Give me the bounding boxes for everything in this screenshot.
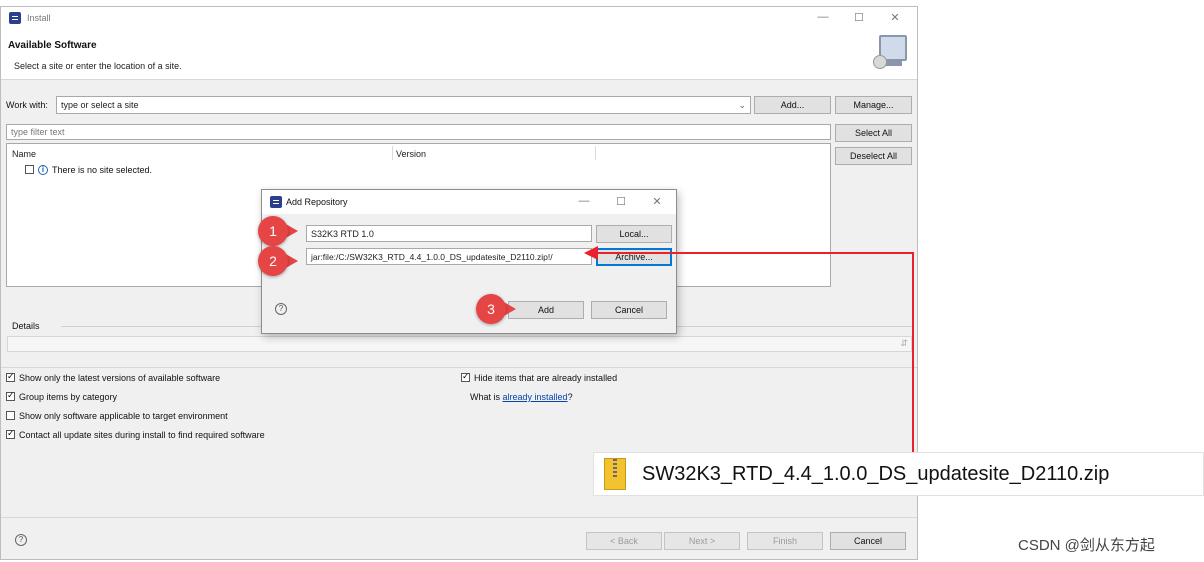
option-latest-versions[interactable]: Show only the latest versions of availab… xyxy=(6,371,446,384)
step-badge-1: 1 xyxy=(258,216,308,246)
details-label: Details xyxy=(12,321,40,331)
manage-sites-button[interactable]: Manage... xyxy=(835,96,912,114)
finish-button[interactable]: Finish xyxy=(747,532,823,550)
zip-file-callout: SW32K3_RTD_4.4_1.0.0_DS_updatesite_D2110… xyxy=(593,452,1204,496)
badge-2-label: 2 xyxy=(258,246,288,276)
chevron-down-icon[interactable]: ⌄ xyxy=(738,99,746,111)
dialog-title-bar: Add Repository — ☐ ✕ xyxy=(262,190,676,214)
repository-name-input[interactable]: S32K3 RTD 1.0 xyxy=(306,225,592,242)
wizard-header: Available Software Select a site or ente… xyxy=(1,29,917,80)
contact-update-sites-checkbox[interactable] xyxy=(6,428,15,439)
work-with-combo[interactable]: type or select a site ⌄ xyxy=(56,96,751,114)
row-text: There is no site selected. xyxy=(52,165,153,175)
column-header-name[interactable]: Name xyxy=(12,149,36,159)
latest-versions-checkbox[interactable] xyxy=(6,371,15,382)
work-with-label: Work with: xyxy=(6,100,48,110)
red-pointer-arrow xyxy=(584,246,914,455)
back-button[interactable]: < Back xyxy=(586,532,662,550)
maximize-icon[interactable]: ☐ xyxy=(849,11,869,24)
latest-versions-label: Show only the latest versions of availab… xyxy=(19,373,221,383)
what-is-prefix: What is xyxy=(470,392,503,402)
badge-3-label: 3 xyxy=(476,294,506,324)
target-environment-label: Show only software applicable to target … xyxy=(19,411,228,421)
dialog-minimize-icon[interactable]: — xyxy=(574,195,594,207)
close-icon[interactable]: ✕ xyxy=(885,11,905,24)
contact-update-sites-label: Contact all update sites during install … xyxy=(19,430,265,440)
group-by-category-checkbox[interactable] xyxy=(6,390,15,401)
cancel-button[interactable]: Cancel xyxy=(830,532,906,550)
step-badge-2: 2 xyxy=(258,246,308,276)
option-target-environment[interactable]: Show only software applicable to target … xyxy=(6,410,446,422)
filter-input[interactable]: type filter text xyxy=(6,124,831,140)
watermark: CSDN @剑从东方起 xyxy=(1018,537,1155,554)
page-title: Available Software xyxy=(8,40,97,51)
footer-separator xyxy=(1,517,917,518)
window-title: Install xyxy=(27,13,51,23)
dialog-maximize-icon[interactable]: ☐ xyxy=(611,195,631,208)
install-monitor-icon xyxy=(871,35,911,75)
zip-archive-icon xyxy=(604,458,626,490)
option-contact-update-sites[interactable]: Contact all update sites during install … xyxy=(6,428,446,441)
table-row[interactable]: i There is no site selected. xyxy=(25,164,325,176)
eclipse-app-icon xyxy=(9,12,21,24)
group-by-category-label: Group items by category xyxy=(19,392,118,402)
minimize-icon[interactable]: — xyxy=(813,11,833,23)
what-is-suffix: ? xyxy=(567,392,573,402)
add-site-button[interactable]: Add... xyxy=(754,96,831,114)
column-divider xyxy=(595,146,596,160)
column-divider xyxy=(392,146,393,160)
repository-location-input[interactable]: jar:file:/C:/SW32K3_RTD_4.4_1.0.0_DS_upd… xyxy=(306,248,592,265)
zip-file-name: SW32K3_RTD_4.4_1.0.0_DS_updatesite_D2110… xyxy=(642,463,1110,485)
work-with-value: type or select a site xyxy=(61,100,139,110)
target-environment-checkbox[interactable] xyxy=(6,411,15,420)
step-badge-3: 3 xyxy=(476,294,526,324)
already-installed-link[interactable]: already installed xyxy=(503,392,568,402)
next-button[interactable]: Next > xyxy=(664,532,740,550)
help-icon[interactable]: ? xyxy=(15,534,27,546)
hide-installed-checkbox[interactable] xyxy=(461,371,470,382)
eclipse-app-icon xyxy=(270,196,282,208)
page-subtitle: Select a site or enter the location of a… xyxy=(14,61,182,71)
dialog-title: Add Repository xyxy=(286,197,348,207)
column-header-version[interactable]: Version xyxy=(396,149,426,159)
select-all-button[interactable]: Select All xyxy=(835,124,912,142)
row-checkbox[interactable] xyxy=(25,165,34,174)
title-bar: Install — ☐ ✕ xyxy=(1,7,917,29)
badge-1-label: 1 xyxy=(258,216,288,246)
info-icon: i xyxy=(38,165,48,175)
option-group-by-category[interactable]: Group items by category xyxy=(6,390,446,403)
dialog-close-icon[interactable]: ✕ xyxy=(647,195,667,208)
deselect-all-button[interactable]: Deselect All xyxy=(835,147,912,165)
what-is-installed: What is already installed? xyxy=(470,392,573,402)
dialog-help-icon[interactable]: ? xyxy=(275,303,287,315)
